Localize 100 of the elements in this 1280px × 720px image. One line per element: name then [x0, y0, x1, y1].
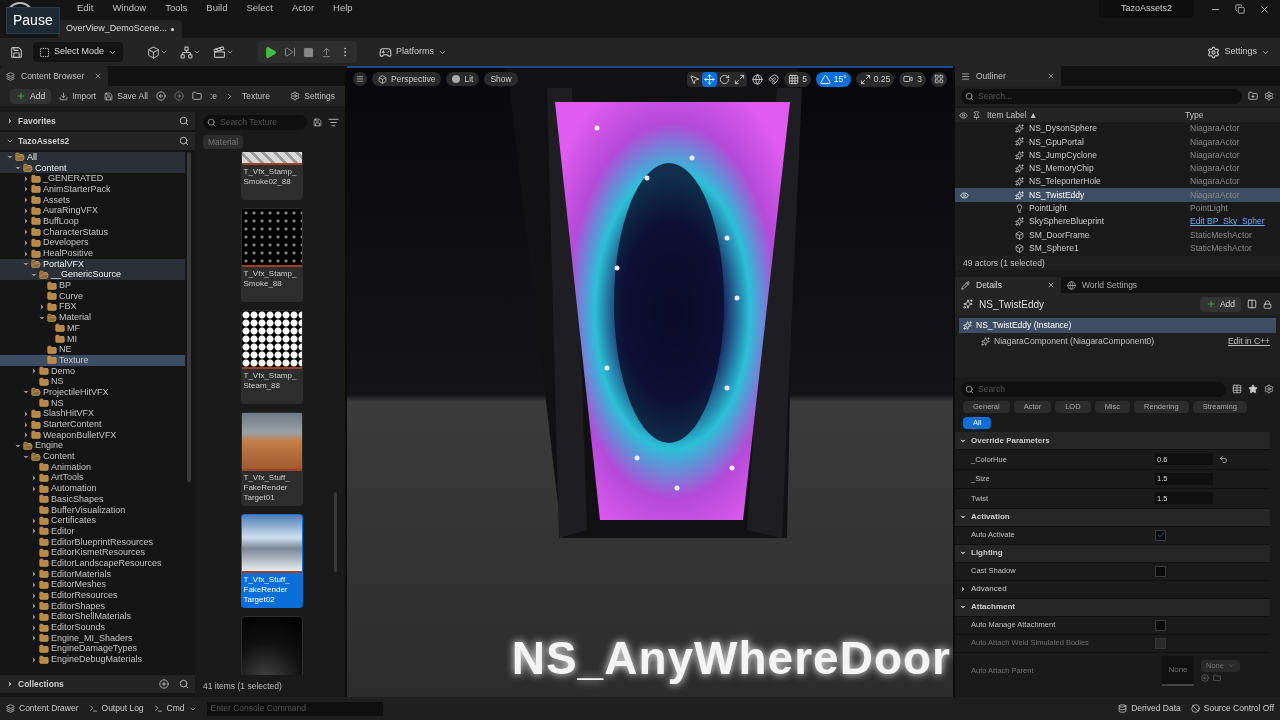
add-component-button[interactable]: Add: [1199, 296, 1241, 312]
mode-dropdown[interactable]: Select Mode: [33, 42, 124, 62]
advance-frame-icon[interactable]: [284, 46, 297, 58]
folder-tree-item[interactable]: Editor: [0, 526, 185, 537]
folder-tree-item[interactable]: EditorMaterials: [0, 568, 185, 580]
star-icon[interactable]: [1248, 384, 1258, 394]
play-icon[interactable]: [264, 45, 278, 59]
outliner-row[interactable]: NS_GpuPortal NiagaraActor: [955, 135, 1280, 149]
folder-tree-item[interactable]: BufferVisualization: [0, 504, 185, 516]
platforms-dropdown[interactable]: Platforms: [379, 45, 448, 59]
settings-icon[interactable]: [1264, 384, 1274, 394]
details-tab[interactable]: World Settings: [1061, 277, 1167, 293]
menu-item[interactable]: Actor: [291, 0, 315, 16]
folder-tree-item[interactable]: AuraRingVFX: [0, 205, 185, 217]
folder-tree-item[interactable]: Demo: [0, 365, 185, 377]
outliner-row[interactable]: NS_TwistEddy NiagaraActor: [955, 188, 1280, 202]
save-icon[interactable]: [10, 45, 23, 59]
filter-icon[interactable]: [328, 116, 339, 128]
folder-tree-item[interactable]: SlashHitVFX: [0, 408, 185, 420]
close-icon[interactable]: [1047, 72, 1055, 80]
scrollbar[interactable]: [334, 492, 337, 572]
folder-tree-item[interactable]: Engine_MI_Shaders: [0, 632, 185, 644]
search-icon[interactable]: [179, 116, 189, 126]
settings-icon[interactable]: [1264, 91, 1274, 101]
folder-tree-item[interactable]: Animation: [0, 461, 185, 473]
outliner-row[interactable]: NS_TeleporterHole NiagaraActor: [955, 175, 1280, 189]
magnet-icon[interactable]: [768, 73, 780, 85]
menu-item[interactable]: Edit: [77, 0, 94, 16]
collections-header[interactable]: Collections: [0, 675, 195, 693]
add-actor-button[interactable]: [147, 45, 169, 59]
folder-tree-item[interactable]: Automation: [0, 483, 185, 494]
add-button[interactable]: Add: [10, 88, 52, 104]
close-icon[interactable]: [94, 72, 102, 80]
folder-tree-item[interactable]: MF: [0, 323, 185, 334]
folder-tree-item[interactable]: _GENERATED: [0, 173, 185, 185]
details-tab[interactable]: Details: [955, 277, 1061, 293]
outliner-row[interactable]: SM_DoorFrame StaticMeshActor: [955, 228, 1280, 242]
column-header[interactable]: Type: [1185, 108, 1204, 122]
folder-tree-item[interactable]: Content: [0, 162, 185, 174]
source-control-button[interactable]: Source Control Off: [1190, 702, 1274, 715]
close-icon[interactable]: [1259, 4, 1270, 15]
collapsed-arrow-icon[interactable]: [30, 655, 38, 664]
folder-tree-item[interactable]: WeaponBulletVFX: [0, 429, 185, 441]
folder-icon[interactable]: [191, 91, 202, 101]
outliner-row[interactable]: NS_JumpCyclone NiagaraActor: [955, 148, 1280, 162]
scrollbar[interactable]: [187, 152, 191, 482]
folder-tree-item[interactable]: NS: [0, 376, 185, 388]
folder-tree-item[interactable]: EditorSounds: [0, 622, 185, 633]
breadcrumb-item[interactable]: :e: [209, 89, 218, 103]
folder-tree-item[interactable]: PortalVFX: [0, 258, 185, 270]
folder-tree-item[interactable]: Engine: [0, 440, 185, 452]
folder-tree-item[interactable]: EngineDebugMaterials: [0, 654, 185, 665]
content-drawer-button[interactable]: Content Drawer: [6, 702, 79, 715]
folder-tree-item[interactable]: MI: [0, 333, 185, 345]
folder-tree-item[interactable]: HealPositive: [0, 248, 185, 259]
eye-icon[interactable]: [959, 190, 969, 200]
menu-item[interactable]: Build: [206, 0, 228, 16]
checkbox[interactable]: [1155, 619, 1166, 631]
new-folder-icon[interactable]: [1248, 91, 1258, 101]
folder-tree-item[interactable]: EditorShapes: [0, 600, 185, 612]
asset-tile[interactable]: T_Vfx_Stamp_ Steam_88: [240, 310, 303, 404]
collapsed-arrow-icon[interactable]: [30, 367, 38, 376]
stop-icon[interactable]: [303, 46, 315, 58]
outliner-row[interactable]: NS_DysonSphere NiagaraActor: [955, 122, 1280, 136]
asset-tile[interactable]: T_Vfx_Stuff_ FakeRender Target02: [240, 514, 303, 608]
eject-icon[interactable]: [321, 46, 333, 58]
folder-tree-item[interactable]: AnimStarterPack: [0, 184, 185, 195]
search-icon[interactable]: [179, 136, 189, 146]
outliner-row[interactable]: PointLight PointLight: [955, 201, 1280, 216]
content-browser-tab[interactable]: Content Browser: [0, 66, 108, 86]
section-header[interactable]: Override Parameters: [955, 432, 1270, 450]
outliner-row[interactable]: SM_Sphere1 StaticMeshActor: [955, 241, 1280, 255]
favorites-header[interactable]: Favorites: [0, 112, 195, 130]
lock-icon[interactable]: [1263, 299, 1272, 309]
checkbox[interactable]: [1155, 565, 1166, 577]
search-icon[interactable]: [179, 679, 189, 689]
folder-tree-item[interactable]: EditorBlueprintResources: [0, 536, 185, 548]
folder-tree-item[interactable]: EngineDamageTypes: [0, 643, 185, 655]
folder-tree-item[interactable]: BasicShapes: [0, 494, 185, 505]
blueprint-button[interactable]: [180, 45, 202, 59]
show-button[interactable]: Show: [484, 72, 518, 86]
menu-item[interactable]: Select: [246, 0, 273, 16]
folder-tree-item[interactable]: BuffLoop: [0, 216, 185, 227]
folder-tree-item[interactable]: Texture: [0, 355, 185, 366]
level-tab[interactable]: OverView_DemoScene...: [58, 20, 182, 38]
reset-icon[interactable]: [1219, 454, 1228, 464]
folder-tree-item[interactable]: BP: [0, 280, 185, 291]
asset-tile[interactable]: T_Vfx_Stamp_ Smoke02_88: [240, 152, 303, 200]
cinematics-button[interactable]: [213, 45, 235, 59]
save-search-icon[interactable]: [313, 117, 322, 127]
folder-tree-item[interactable]: EditorLandscapeResources: [0, 558, 185, 569]
folder-tree-item[interactable]: ArtTools: [0, 472, 185, 484]
outliner-row[interactable]: NS_MemoryChip NiagaraActor: [955, 161, 1280, 176]
folder-tree-item[interactable]: ProjectileHitVFX: [0, 387, 185, 398]
asset-tile[interactable]: T_Vfx_Stamp_ Smoke_88: [240, 208, 303, 302]
settings-button[interactable]: Settings: [290, 89, 335, 103]
menu-item[interactable]: Tools: [165, 0, 188, 16]
folder-tree-item[interactable]: Material: [0, 312, 185, 323]
folder-tree-item[interactable]: All: [0, 152, 185, 163]
cmd-dropdown[interactable]: Cmd: [153, 702, 197, 715]
